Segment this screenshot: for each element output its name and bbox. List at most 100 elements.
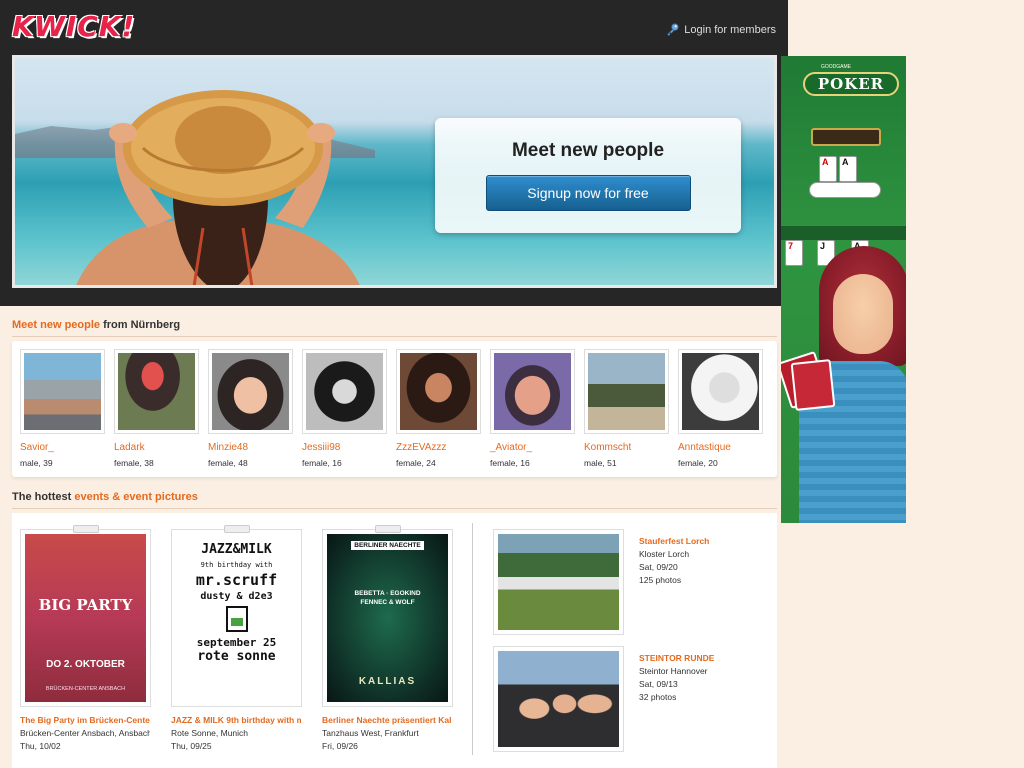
avatar[interactable] (208, 349, 293, 434)
person-name[interactable]: Kommscht (584, 442, 669, 453)
events-list: BIG PARTY DO 2. OKTOBER BRÜCKEN-CENTER A… (12, 513, 777, 768)
events-divider (472, 523, 473, 755)
person-name[interactable]: Anntastique (678, 442, 763, 453)
event-location: Rote Sonne, Munich (171, 728, 249, 738)
player-badge (809, 182, 881, 198)
playing-card: 7 (785, 240, 803, 266)
person-name[interactable]: Jessiii98 (302, 442, 387, 453)
person-card[interactable]: Anntastique female, 20 (678, 349, 763, 468)
signup-panel: Meet new people Signup now for free (435, 118, 741, 233)
event-title[interactable]: JAZZ & MILK 9th birthday with mr.scruff (171, 715, 301, 725)
event-date: Fri, 09/26 (322, 741, 358, 751)
avatar[interactable] (396, 349, 481, 434)
hero-banner: Meet new people Signup now for free (12, 55, 777, 288)
event-title[interactable]: The Big Party im Brücken-Center (20, 715, 150, 725)
dealer-sign (811, 128, 881, 146)
section-divider (12, 508, 777, 509)
event-poster[interactable]: BERLINER NAECHTE BEBETTA · EGOKIND FENNE… (322, 525, 453, 707)
ad-small-label: GOODGAME (821, 64, 852, 70)
kwick-logo[interactable]: KWICK! (12, 10, 135, 43)
person-name[interactable]: _Aviator_ (490, 442, 575, 453)
poker-ad-banner[interactable]: GOODGAME POKER A A 7 J A (781, 56, 906, 523)
poster-text: 9th birthday with (200, 561, 273, 569)
paper-clip (224, 525, 250, 533)
person-card[interactable]: Minzie48 female, 48 (208, 349, 293, 468)
person-meta: female, 48 (208, 458, 248, 468)
gallery-date: Sat, 09/20 (639, 562, 678, 572)
poster-text: BIG PARTY (38, 596, 133, 614)
poster-text: DO 2. OKTOBER (46, 659, 125, 670)
person-name[interactable]: Savior_ (20, 442, 105, 453)
gallery-thumbnail[interactable] (493, 646, 624, 752)
hero-woman-image (76, 90, 360, 285)
people-section-title: Meet new people from Nürnberg (12, 319, 180, 331)
event-card[interactable]: JAZZ&MILK 9th birthday with mr.scruff du… (171, 525, 326, 751)
event-date: Thu, 10/02 (20, 741, 61, 751)
event-gallery[interactable]: Stauferfest Lorch Kloster Lorch Sat, 09/… (493, 529, 763, 635)
person-meta: female, 24 (396, 458, 436, 468)
gallery-location: Steintor Hannover (639, 666, 708, 676)
poster-text: KALLIAS (358, 676, 417, 687)
playing-card: A (839, 156, 857, 182)
person-card[interactable]: Kommscht male, 51 (584, 349, 669, 468)
person-card[interactable]: Savior_ male, 39 (20, 349, 105, 468)
playing-card: A (819, 156, 837, 182)
event-location: Tanzhaus West, Frankfurt (322, 728, 419, 738)
avatar[interactable] (490, 349, 575, 434)
avatar[interactable] (20, 349, 105, 434)
events-section-title: The hottest events & event pictures (12, 491, 198, 503)
person-meta: female, 16 (302, 458, 342, 468)
poster-text: mr.scruff (195, 571, 278, 589)
paper-clip (73, 525, 99, 533)
person-card[interactable]: Ladark female, 38 (114, 349, 199, 468)
login-label: Login for members (684, 23, 776, 36)
person-meta: female, 16 (490, 458, 530, 468)
header-bar: KWICK! Login for members Meet new people… (0, 0, 788, 306)
people-title-highlight: Meet new people (12, 319, 101, 331)
event-card[interactable]: BIG PARTY DO 2. OKTOBER BRÜCKEN-CENTER A… (20, 525, 175, 751)
poster-text: dusty & d2e3 (200, 591, 273, 602)
login-link[interactable]: Login for members (666, 23, 776, 36)
gallery-title[interactable]: Stauferfest Lorch (639, 535, 709, 548)
gallery-thumbnail[interactable] (493, 529, 624, 635)
gallery-location: Kloster Lorch (639, 549, 690, 559)
person-meta: male, 39 (20, 458, 53, 468)
person-card[interactable]: ZzzEVAzzz female, 24 (396, 349, 481, 468)
person-meta: female, 20 (678, 458, 718, 468)
paper-clip (375, 525, 401, 533)
poster-text: BEBETTA · EGOKIND (354, 590, 421, 597)
poster-text: BERLINER NAECHTE (351, 541, 424, 550)
person-name[interactable]: Minzie48 (208, 442, 293, 453)
milk-carton-icon (225, 606, 248, 632)
gallery-photo-count: 32 photos (639, 692, 677, 702)
event-poster[interactable]: BIG PARTY DO 2. OKTOBER BRÜCKEN-CENTER A… (20, 525, 151, 707)
avatar[interactable] (114, 349, 199, 434)
avatar[interactable] (302, 349, 387, 434)
event-card[interactable]: BERLINER NAECHTE BEBETTA · EGOKIND FENNE… (322, 525, 477, 751)
avatar[interactable] (678, 349, 763, 434)
ad-character-face (833, 274, 893, 354)
poster-text: FENNEC & WOLF (360, 599, 415, 606)
key-icon (667, 23, 679, 36)
event-location: Brücken-Center Ansbach, Ansbach (20, 728, 150, 738)
poker-logo: POKER (803, 72, 899, 96)
people-title-rest: from Nürnberg (100, 319, 181, 331)
event-title[interactable]: Berliner Naechte präsentiert Kallias (322, 715, 452, 725)
poster-text: JAZZ&MILK (201, 542, 272, 557)
person-card[interactable]: Jessiii98 female, 16 (302, 349, 387, 468)
person-meta: female, 38 (114, 458, 154, 468)
event-gallery[interactable]: STEINTOR RUNDE Steintor Hannover Sat, 09… (493, 646, 763, 752)
gallery-date: Sat, 09/13 (639, 679, 678, 689)
event-poster[interactable]: JAZZ&MILK 9th birthday with mr.scruff du… (171, 525, 302, 707)
person-card[interactable]: _Aviator_ female, 16 (490, 349, 575, 468)
events-title-highlight: events & event pictures (74, 491, 198, 503)
signup-button[interactable]: Signup now for free (485, 175, 691, 211)
event-date: Thu, 09/25 (171, 741, 212, 751)
poster-text: rote sonne (197, 649, 276, 664)
gallery-title[interactable]: STEINTOR RUNDE (639, 652, 714, 665)
poster-text: september 25 (196, 636, 277, 649)
person-name[interactable]: Ladark (114, 442, 199, 453)
person-name[interactable]: ZzzEVAzzz (396, 442, 481, 453)
avatar[interactable] (584, 349, 669, 434)
hero-headline: Meet new people (511, 140, 665, 161)
